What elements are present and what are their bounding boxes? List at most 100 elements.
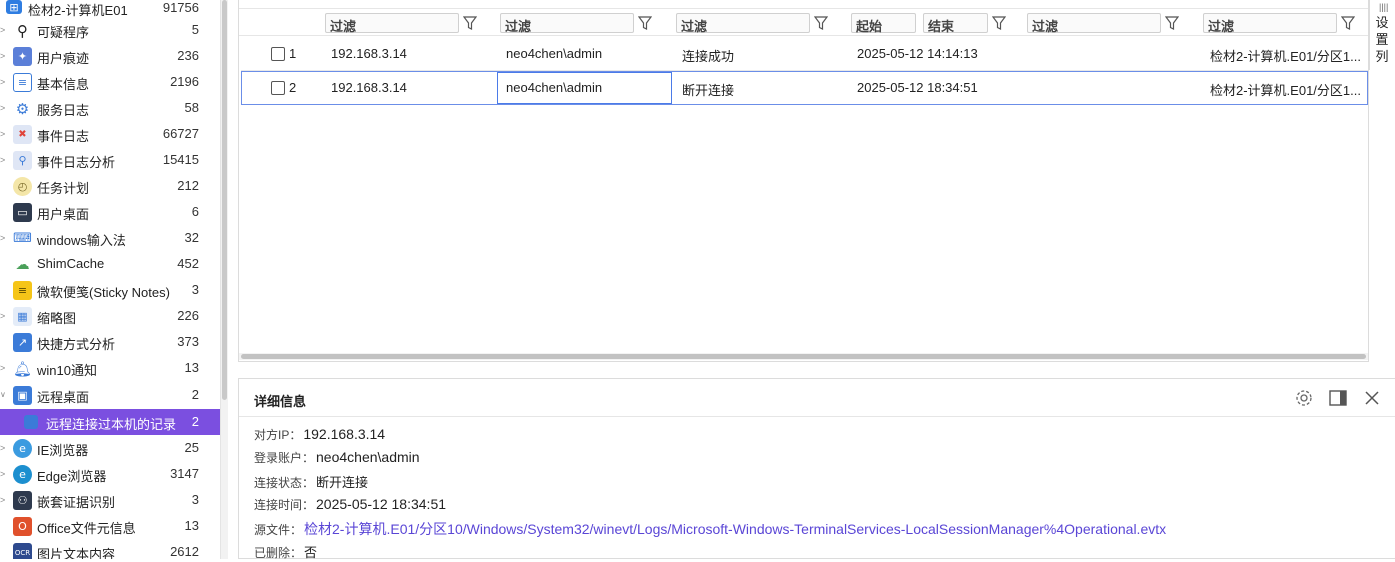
details-panel: 详细信息 对方IP： 192.168.3.14 登录账户： neo4chen\adm… bbox=[238, 378, 1395, 560]
detail-remote-ip: 对方IP： 192.168.3.14 bbox=[254, 426, 386, 442]
windows-icon: ⊞ bbox=[6, 0, 22, 14]
filter-row: 过滤 过滤 过滤 起始 结束 过滤 过滤 bbox=[239, 8, 1368, 36]
chevron-right-icon[interactable]: > bbox=[0, 128, 8, 140]
filter-icon[interactable] bbox=[992, 15, 1006, 31]
tree-item-user-traces[interactable]: > ✦ 用户痕迹 236 bbox=[0, 43, 220, 69]
ie-icon: e bbox=[13, 439, 32, 458]
columns-icon: |||| bbox=[1379, 2, 1389, 12]
chevron-right-icon[interactable]: > bbox=[0, 362, 8, 374]
cell-time[interactable]: 2025-05-12 14:14:13 bbox=[857, 46, 978, 61]
filter-icon[interactable] bbox=[463, 15, 477, 31]
column-settings-button[interactable]: |||| 设置列 bbox=[1369, 0, 1395, 70]
cell-status[interactable]: 连接成功 bbox=[682, 46, 734, 65]
tree-item-shimcache[interactable]: ☁ ShimCache 452 bbox=[0, 251, 220, 277]
chevron-right-icon[interactable]: > bbox=[0, 102, 8, 114]
cell-ip[interactable]: 192.168.3.14 bbox=[331, 80, 407, 95]
tree-item-event-log-analysis[interactable]: > ⚲ 事件日志分析 15415 bbox=[0, 147, 220, 173]
sidebar-scrollbar[interactable] bbox=[220, 0, 228, 559]
detail-deleted: 已删除：否 bbox=[254, 545, 318, 560]
filter-ip-input[interactable]: 过滤 bbox=[325, 13, 459, 34]
tree-item-remote-connection-records[interactable]: 远程连接过本机的记录 2 bbox=[0, 409, 220, 435]
filter-account: 过滤 bbox=[500, 13, 652, 34]
tree-item-edge-browser[interactable]: > e Edge浏览器 3147 bbox=[0, 461, 220, 487]
dock-panel-icon[interactable] bbox=[1328, 388, 1348, 408]
tree-item-basic-info[interactable]: > ≡ 基本信息 2196 bbox=[0, 69, 220, 95]
tree-item-user-desktop[interactable]: ▭ 用户桌面 6 bbox=[0, 199, 220, 225]
filter-time-range: 起始 结束 bbox=[851, 13, 1011, 34]
detail-connection-status: 连接状态： 断开连接 bbox=[254, 475, 369, 490]
filter-extra: 过滤 bbox=[1027, 13, 1179, 34]
bell-icon: 🔔︎ bbox=[12, 359, 33, 378]
clock-icon: ◴ bbox=[13, 177, 32, 196]
filter-account-input[interactable]: 过滤 bbox=[500, 13, 634, 34]
filter-status: 过滤 bbox=[676, 13, 828, 34]
records-grid: 过滤 过滤 过滤 起始 结束 过滤 过滤 1 192.168.3.14 neo4… bbox=[238, 0, 1369, 362]
row-checkbox[interactable] bbox=[271, 47, 285, 61]
chevron-right-icon[interactable]: > bbox=[0, 50, 8, 62]
filter-icon[interactable] bbox=[814, 15, 828, 31]
filter-ip: 过滤 bbox=[325, 13, 477, 34]
chevron-right-icon[interactable]: > bbox=[0, 76, 8, 88]
log-analysis-icon: ⚲ bbox=[13, 151, 32, 170]
cell-account[interactable]: neo4chen\admin bbox=[506, 46, 602, 61]
tree-item-thumbnails[interactable]: > ▦ 缩略图 226 bbox=[0, 303, 220, 329]
chevron-right-icon[interactable]: > bbox=[0, 494, 8, 506]
sticky-note-icon: ≡ bbox=[13, 281, 32, 300]
cell-source[interactable]: 检材2-计算机.E01/分区1... bbox=[1210, 46, 1361, 65]
tree-item-service-log[interactable]: > ⚙ 服务日志 58 bbox=[0, 95, 220, 121]
chevron-right-icon[interactable]: > bbox=[0, 310, 8, 322]
row-checkbox[interactable] bbox=[271, 81, 285, 95]
filter-status-input[interactable]: 过滤 bbox=[676, 13, 810, 34]
nested-evidence-icon: ⚇ bbox=[13, 491, 32, 510]
filter-source-input[interactable]: 过滤 bbox=[1203, 13, 1337, 34]
tree-item-evidence-root[interactable]: ⊞ 检材2-计算机E01 91756 bbox=[0, 0, 220, 18]
tree-item-scheduled-tasks[interactable]: ◴ 任务计划 212 bbox=[0, 173, 220, 199]
detail-source-file: 源文件： 检材2-计算机.E01/分区10/Windows/System32/wi… bbox=[254, 521, 1167, 537]
cell-ip[interactable]: 192.168.3.14 bbox=[331, 46, 407, 61]
chevron-right-icon[interactable]: > bbox=[0, 468, 8, 480]
filter-time-start-input[interactable]: 起始 bbox=[851, 13, 916, 34]
filter-time-end-input[interactable]: 结束 bbox=[923, 13, 988, 34]
tree-item-win10-notifications[interactable]: > 🔔︎ win10通知 13 bbox=[0, 355, 220, 381]
table-row-selected[interactable]: 2 192.168.3.14 neo4chen\admin 断开连接 2025-… bbox=[241, 71, 1368, 105]
chevron-right-icon[interactable]: > bbox=[0, 232, 8, 244]
ocr-icon: OCR bbox=[13, 543, 32, 559]
table-row[interactable]: 1 192.168.3.14 neo4chen\admin 连接成功 2025-… bbox=[241, 37, 1368, 71]
gear-icon: ⚙ bbox=[15, 99, 30, 118]
gear-icon[interactable] bbox=[1294, 388, 1314, 408]
tree-item-remote-desktop[interactable]: ∨ ▣ 远程桌面 2 bbox=[0, 382, 220, 408]
tree-item-sticky-notes[interactable]: ≡ 微软便笺(Sticky Notes) 3 bbox=[0, 277, 220, 303]
tree-item-shortcut-analysis[interactable]: ↗ 快捷方式分析 373 bbox=[0, 329, 220, 355]
close-icon[interactable] bbox=[1362, 388, 1382, 408]
chevron-down-icon[interactable]: ∨ bbox=[0, 389, 8, 401]
detail-connection-time: 连接时间： 2025-05-12 18:34:51 bbox=[254, 496, 447, 512]
details-title: 详细信息 bbox=[254, 394, 307, 409]
tree-item-office-metadata[interactable]: O Office文件元信息 13 bbox=[0, 513, 220, 539]
chevron-right-icon[interactable]: > bbox=[0, 154, 8, 166]
chevron-right-icon[interactable]: > bbox=[0, 442, 8, 454]
tree-item-image-text[interactable]: OCR 图片文本内容 2612 bbox=[0, 539, 220, 559]
sidebar-scrollbar-thumb[interactable] bbox=[222, 0, 227, 400]
tree-item-windows-ime[interactable]: > ⌨ windows输入法 32 bbox=[0, 225, 220, 251]
tree-item-ie-browser[interactable]: > e IE浏览器 25 bbox=[0, 435, 220, 461]
source-file-link[interactable]: 检材2-计算机.E01/分区10/Windows/System32/winevt… bbox=[304, 521, 1166, 537]
filter-icon[interactable] bbox=[1165, 15, 1179, 31]
cell-account[interactable]: neo4chen\admin bbox=[506, 80, 602, 95]
tree-item-event-log[interactable]: > ✖ 事件日志 66727 bbox=[0, 121, 220, 147]
keyboard-icon: ⌨ bbox=[13, 231, 32, 246]
filter-extra-input[interactable]: 过滤 bbox=[1027, 13, 1161, 34]
cell-source[interactable]: 检材2-计算机.E01/分区1... bbox=[1210, 80, 1361, 99]
cell-time[interactable]: 2025-05-12 18:34:51 bbox=[857, 80, 978, 95]
edge-icon: e bbox=[13, 465, 32, 484]
cell-status[interactable]: 断开连接 bbox=[682, 80, 734, 99]
tree-item-nested-evidence[interactable]: > ⚇ 嵌套证据识别 3 bbox=[0, 487, 220, 513]
chevron-right-icon[interactable]: > bbox=[0, 24, 8, 36]
record-icon bbox=[24, 415, 38, 429]
tree-item-suspicious-programs[interactable]: > ⚲ 可疑程序 5 bbox=[0, 17, 220, 43]
grid-horizontal-scrollbar[interactable] bbox=[239, 353, 1368, 360]
thumbnail-icon: ▦ bbox=[13, 307, 32, 326]
shortcut-icon: ↗ bbox=[13, 333, 32, 352]
filter-icon[interactable] bbox=[638, 15, 652, 31]
filter-icon[interactable] bbox=[1341, 15, 1355, 31]
grid-scrollbar-thumb[interactable] bbox=[241, 354, 1366, 359]
